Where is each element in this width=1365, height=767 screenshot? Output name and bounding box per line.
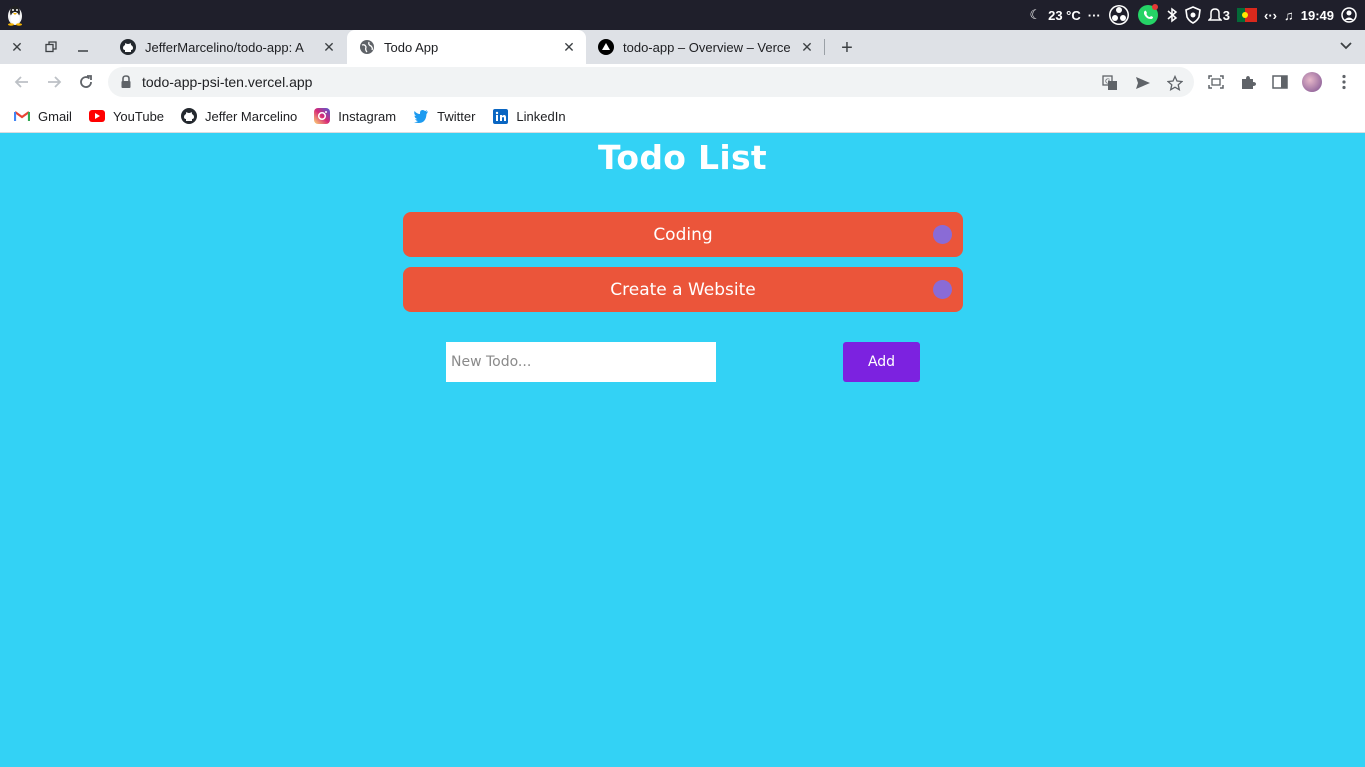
- todo-item[interactable]: Coding: [403, 212, 963, 257]
- tab-search-icon[interactable]: [1339, 38, 1353, 54]
- svg-text:G: G: [1105, 78, 1110, 86]
- side-panel-icon[interactable]: [1270, 72, 1290, 92]
- github-icon: [181, 108, 198, 124]
- github-icon: [120, 39, 136, 55]
- bookmark-star-icon[interactable]: [1165, 73, 1185, 93]
- window-restore-icon[interactable]: [41, 37, 61, 57]
- bookmark-label: YouTube: [112, 108, 165, 124]
- more-menu-icon[interactable]: [1334, 72, 1354, 92]
- tab-close-icon[interactable]: ✕: [320, 38, 338, 56]
- lock-icon[interactable]: [120, 74, 132, 90]
- bookmark-label: Instagram: [338, 108, 397, 124]
- bookmark-label: Jeffer Marcelino: [205, 108, 298, 124]
- bookmarks-bar: Gmail YouTube Jeffer Marcelino Instagram…: [0, 100, 1365, 133]
- bookmark-youtube[interactable]: YouTube: [88, 108, 165, 124]
- bookmark-instagram[interactable]: Instagram: [314, 108, 396, 124]
- bookmark-twitter[interactable]: Twitter: [413, 108, 475, 124]
- bookmark-label: Gmail: [38, 108, 72, 124]
- system-tray: ☾ 23 °C ··· 3 ‹·› ♫ 19:49: [1029, 0, 1357, 30]
- bookmark-gmail[interactable]: Gmail: [14, 108, 72, 124]
- shield-icon[interactable]: [1184, 6, 1201, 24]
- bookmark-github[interactable]: Jeffer Marcelino: [181, 108, 297, 124]
- twitter-icon: [413, 108, 429, 124]
- bluetooth-icon[interactable]: [1166, 7, 1178, 23]
- profile-avatar[interactable]: [1302, 72, 1322, 92]
- moon-icon: ☾: [1029, 7, 1042, 22]
- todo-complete-toggle[interactable]: [933, 280, 952, 299]
- page-title: Todo List: [597, 138, 768, 177]
- bookmark-label: Twitter: [437, 108, 476, 124]
- linkedin-icon: [492, 108, 508, 124]
- tab-close-icon[interactable]: ✕: [798, 38, 816, 56]
- tab-strip: ✕ JefferMarcelino/todo-app: A ✕ Todo App…: [0, 30, 1365, 64]
- tux-icon[interactable]: [5, 4, 25, 26]
- tab-todo-app[interactable]: Todo App ✕: [347, 30, 586, 64]
- more-icon[interactable]: ···: [1088, 8, 1101, 23]
- vercel-icon: [598, 39, 614, 55]
- browser-toolbar: todo-app-psi-ten.vercel.app G: [0, 64, 1365, 100]
- globe-icon: [359, 39, 375, 55]
- os-top-bar: ☾ 23 °C ··· 3 ‹·› ♫ 19:49: [0, 0, 1365, 30]
- notification-count: 3: [1222, 7, 1230, 23]
- add-todo-button[interactable]: Add: [843, 342, 920, 382]
- address-bar[interactable]: todo-app-psi-ten.vercel.app G: [108, 67, 1194, 97]
- new-tab-icon[interactable]: +: [836, 37, 858, 59]
- tab-title: JefferMarcelino/todo-app: A: [145, 39, 304, 55]
- obs-icon[interactable]: [1108, 4, 1130, 26]
- weather-text[interactable]: 23 °C: [1048, 8, 1081, 23]
- music-icon[interactable]: ♫: [1284, 8, 1294, 23]
- todo-complete-toggle[interactable]: [933, 225, 952, 244]
- todo-item[interactable]: Create a Website: [403, 267, 963, 312]
- bookmark-linkedin[interactable]: LinkedIn: [492, 108, 566, 124]
- instagram-icon: [314, 108, 331, 124]
- back-icon[interactable]: [10, 70, 34, 94]
- arrows-icon[interactable]: ‹·›: [1264, 8, 1277, 23]
- whatsapp-icon[interactable]: [1137, 4, 1159, 26]
- bell-icon[interactable]: [1207, 7, 1222, 23]
- tab-title: todo-app – Overview – Vercel: [623, 39, 790, 55]
- tab-vercel[interactable]: todo-app – Overview – Vercel ✕: [586, 30, 824, 64]
- user-icon[interactable]: [1341, 7, 1357, 23]
- forward-icon[interactable]: [42, 70, 66, 94]
- extensions-icon[interactable]: [1238, 72, 1258, 92]
- window-close-icon[interactable]: ✕: [7, 37, 27, 57]
- screenshot-icon[interactable]: [1206, 72, 1226, 92]
- flag-icon[interactable]: [1237, 8, 1257, 22]
- tab-github[interactable]: JefferMarcelino/todo-app: A ✕: [108, 30, 346, 64]
- clock[interactable]: 19:49: [1301, 8, 1334, 23]
- tab-close-icon[interactable]: ✕: [560, 38, 578, 56]
- bookmark-label: LinkedIn: [516, 108, 566, 124]
- youtube-icon: [88, 108, 105, 124]
- tab-separator: [824, 39, 825, 55]
- gmail-icon: [14, 108, 30, 124]
- url-text[interactable]: todo-app-psi-ten.vercel.app: [142, 74, 312, 90]
- send-icon[interactable]: [1133, 73, 1153, 93]
- new-todo-input[interactable]: [446, 342, 716, 382]
- todo-app-page: Todo List Coding Create a Website Add: [0, 134, 1365, 767]
- reload-icon[interactable]: [74, 70, 98, 94]
- translate-icon[interactable]: G: [1100, 73, 1120, 93]
- todo-text: Coding: [653, 224, 713, 245]
- tab-title: Todo App: [384, 39, 439, 55]
- todo-text: Create a Website: [610, 279, 756, 300]
- window-minimize-icon[interactable]: [73, 37, 93, 57]
